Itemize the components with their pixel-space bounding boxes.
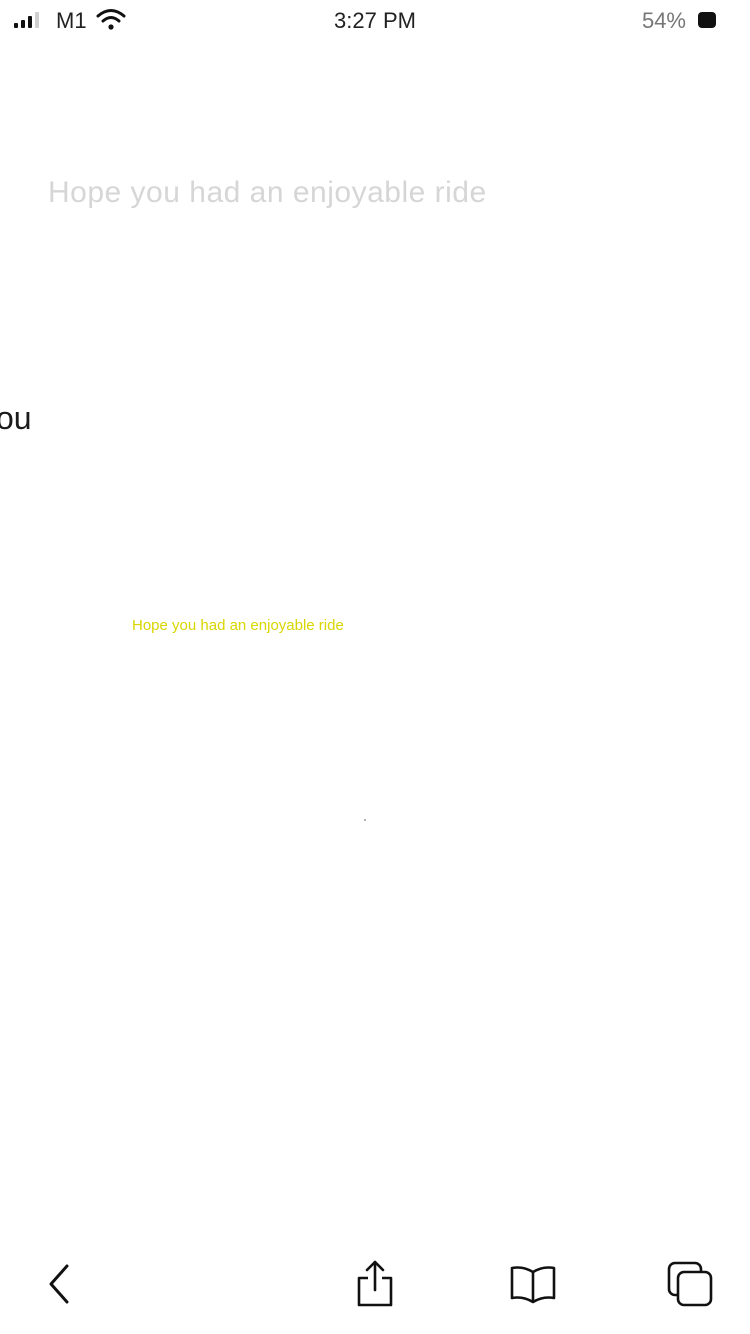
battery-icon — [698, 12, 716, 28]
loading-dot — [364, 819, 366, 821]
tabs-icon — [667, 1261, 713, 1307]
clock: 3:27 PM — [334, 8, 416, 33]
battery-percent: 54% — [641, 8, 686, 33]
status-bar: M1 3:27 PM 54% — [0, 0, 750, 40]
bookmarks-icon — [510, 1266, 556, 1304]
share-icon — [357, 1260, 393, 1307]
browser-toolbar — [0, 1234, 750, 1334]
ride-message: Hope you had an enjoyable ride — [132, 617, 344, 634]
share-button[interactable] — [345, 1254, 405, 1314]
bookmarks-button[interactable] — [503, 1254, 563, 1314]
ghost-heading: Hope you had an enjoyable ride — [48, 176, 487, 209]
tabs-button[interactable] — [660, 1254, 720, 1314]
partial-text: ou — [0, 400, 32, 436]
back-button[interactable] — [30, 1254, 90, 1314]
back-icon — [49, 1264, 69, 1304]
